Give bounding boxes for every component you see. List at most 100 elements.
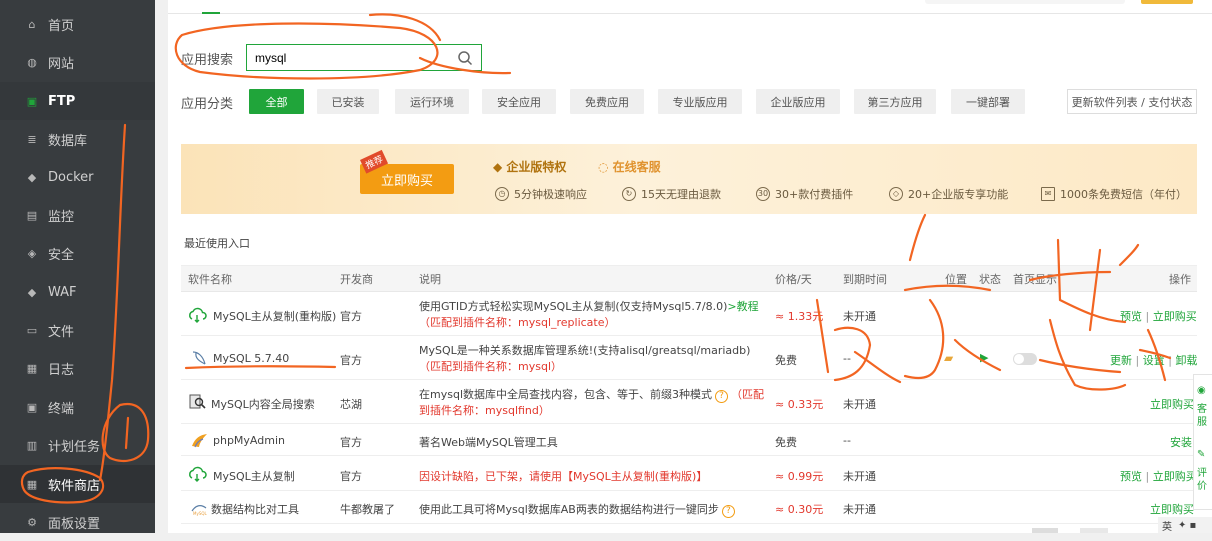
play-icon[interactable]: ▶ xyxy=(980,351,988,364)
clock-icon: ◷ xyxy=(495,187,509,201)
category-security[interactable]: 安全应用 xyxy=(482,89,556,114)
sidebar-item-store[interactable]: ▦ 软件商店 xyxy=(0,465,155,503)
mysql-dolphin-icon xyxy=(192,351,206,365)
cloud-sync-icon xyxy=(189,466,207,482)
col-actions: 操作 xyxy=(1169,273,1191,286)
app-actions: 预览 | 立即购买 xyxy=(1120,310,1197,323)
top-bar xyxy=(168,0,1212,14)
app-price: ≈ 0.33元 xyxy=(775,398,824,411)
top-action-button[interactable] xyxy=(1141,0,1193,4)
home-icon: ⌂ xyxy=(28,17,36,31)
help-icon[interactable]: ? xyxy=(715,390,728,403)
sidebar-item-waf[interactable]: ◆ WAF xyxy=(0,273,155,311)
settings-link[interactable]: 设置 xyxy=(1143,354,1165,367)
buy-link[interactable]: 立即购买 xyxy=(1150,501,1194,517)
app-expire: 未开通 xyxy=(843,398,876,411)
home-display-toggle[interactable] xyxy=(1013,353,1037,365)
cloud-sync-icon xyxy=(189,307,207,323)
preview-link[interactable]: 预览 xyxy=(1120,470,1142,483)
terminal-icon: ▣ xyxy=(26,400,38,414)
search-input[interactable] xyxy=(247,45,447,70)
sidebar-item-terminal[interactable]: ▣ 终端 xyxy=(0,388,155,426)
category-enterprise[interactable]: 企业版应用 xyxy=(756,89,840,114)
app-vendor: 官方 xyxy=(340,470,362,483)
app-vendor: 牛都教屠了 xyxy=(340,503,395,516)
install-link[interactable]: 安装 xyxy=(1170,434,1192,450)
col-home-display: 首页显示 xyxy=(1013,273,1057,286)
app-actions: 更新 | 设置 | 卸载 xyxy=(1110,354,1198,367)
sidebar-item-docker[interactable]: ◆ Docker xyxy=(0,158,155,196)
app-expire: -- xyxy=(843,352,851,365)
app-name: MySQL主从复制(重构版) xyxy=(213,310,337,323)
sidebar: ⌂ 首页 ◍ 网站 ▣ FTP ≣ 数据库 ◆ Docker ▤ 监控 ◈ 安全 ◆ WAF ▭… xyxy=(0,0,155,533)
app-expire: 未开通 xyxy=(843,470,876,483)
category-installed[interactable]: 已安装 xyxy=(317,89,379,114)
app-price: ≈ 0.99元 xyxy=(775,470,824,483)
category-third-party[interactable]: 第三方应用 xyxy=(854,89,936,114)
sidebar-item-cron[interactable]: ▥ 计划任务 xyxy=(0,426,155,464)
app-desc: MySQL是一种关系数据库管理系统!(支持alisql/greatsql/mar… xyxy=(419,344,751,373)
app-vendor: 官方 xyxy=(340,310,362,323)
svg-text:MySQL: MySQL xyxy=(193,511,208,516)
chat-icon: ◌ xyxy=(598,160,613,174)
app-vendor: 官方 xyxy=(340,436,362,449)
mysql-compare-icon: MySQL xyxy=(191,505,208,516)
app-price: 免费 xyxy=(775,354,797,367)
tutorial-link[interactable]: >教程 xyxy=(727,300,758,313)
app-desc: 在mysql数据库中全局查找内容，包含、等于、前缀3种模式? （匹配到插件名称：m… xyxy=(419,388,764,417)
col-desc: 说明 xyxy=(419,273,441,286)
app-name: MySQL主从复制 xyxy=(213,470,295,483)
feature-plugins: 30 30+款付费插件 xyxy=(756,187,854,201)
app-desc: 著名Web端MySQL管理工具 xyxy=(419,436,558,449)
category-all[interactable]: 全部 xyxy=(249,89,304,114)
app-expire: 未开通 xyxy=(843,503,876,516)
sidebar-item-logs[interactable]: ▦ 日志 xyxy=(0,349,155,387)
category-free[interactable]: 免费应用 xyxy=(570,89,644,114)
search-icon[interactable] xyxy=(457,50,473,66)
folder-icon[interactable]: ▰ xyxy=(944,351,953,365)
clock-icon: ▥ xyxy=(26,438,38,452)
sidebar-item-home[interactable]: ⌂ 首页 xyxy=(0,5,155,43)
category-runtime[interactable]: 运行环境 xyxy=(395,89,469,114)
feature-refund: ↻ 15天无理由退款 xyxy=(622,186,721,202)
preview-link[interactable]: 预览 xyxy=(1120,310,1142,323)
buy-link[interactable]: 立即购买 xyxy=(1153,470,1197,483)
sidebar-item-ftp[interactable]: ▣ FTP xyxy=(0,82,155,120)
ime-icon: ✦ ▪ xyxy=(1178,519,1197,531)
help-icon[interactable]: ? xyxy=(721,505,735,518)
feedback-label: 评价 xyxy=(1197,468,1207,492)
category-pro[interactable]: 专业版应用 xyxy=(658,89,742,114)
app-price: ≈ 0.30元 xyxy=(775,503,824,516)
docker-icon: ◆ xyxy=(27,170,37,184)
buy-link[interactable]: 立即购买 xyxy=(1153,310,1197,323)
store-icon: ▦ xyxy=(26,477,38,491)
sidebar-item-settings[interactable]: ⚙ 面板设置 xyxy=(0,503,155,541)
ime-indicator[interactable]: 英 ✦ ▪ xyxy=(1158,517,1212,533)
buy-link[interactable]: 立即购买 xyxy=(1150,396,1194,412)
sidebar-item-website[interactable]: ◍ 网站 xyxy=(0,43,155,81)
active-tab-indicator xyxy=(202,12,220,14)
col-vendor: 开发商 xyxy=(340,273,373,286)
update-list-button[interactable]: 更新软件列表 / 支付状态 xyxy=(1067,89,1197,114)
app-vendor: 芯湖 xyxy=(340,398,362,411)
update-link[interactable]: 更新 xyxy=(1110,354,1132,367)
table-row xyxy=(181,425,1197,456)
gem-icon: ◇ xyxy=(889,187,903,201)
top-search-box[interactable] xyxy=(925,0,1125,4)
sidebar-item-database[interactable]: ≣ 数据库 xyxy=(0,120,155,158)
sidebar-item-monitor[interactable]: ▤ 监控 xyxy=(0,196,155,234)
online-service-link[interactable]: ◌ 在线客服 xyxy=(598,158,661,175)
sidebar-item-security[interactable]: ◈ 安全 xyxy=(0,234,155,272)
feature-response: ◷ 5分钟极速响应 xyxy=(495,186,587,202)
search-field[interactable] xyxy=(246,44,482,71)
app-name: MySQL内容全局搜索 xyxy=(211,398,315,411)
waf-icon: ◆ xyxy=(27,285,37,299)
uninstall-link[interactable]: 卸载 xyxy=(1175,354,1197,367)
pagination-bar-next[interactable] xyxy=(1080,528,1108,533)
category-one-click[interactable]: 一键部署 xyxy=(951,89,1025,114)
sidebar-item-files[interactable]: ▭ 文件 xyxy=(0,311,155,349)
floating-service-widget[interactable]: ◉ 客服 ✎ 评价 xyxy=(1193,374,1212,510)
app-actions: 预览 | 立即购买 xyxy=(1120,470,1197,483)
promo-banner xyxy=(181,144,1197,214)
pagination-bar[interactable] xyxy=(1032,528,1058,533)
